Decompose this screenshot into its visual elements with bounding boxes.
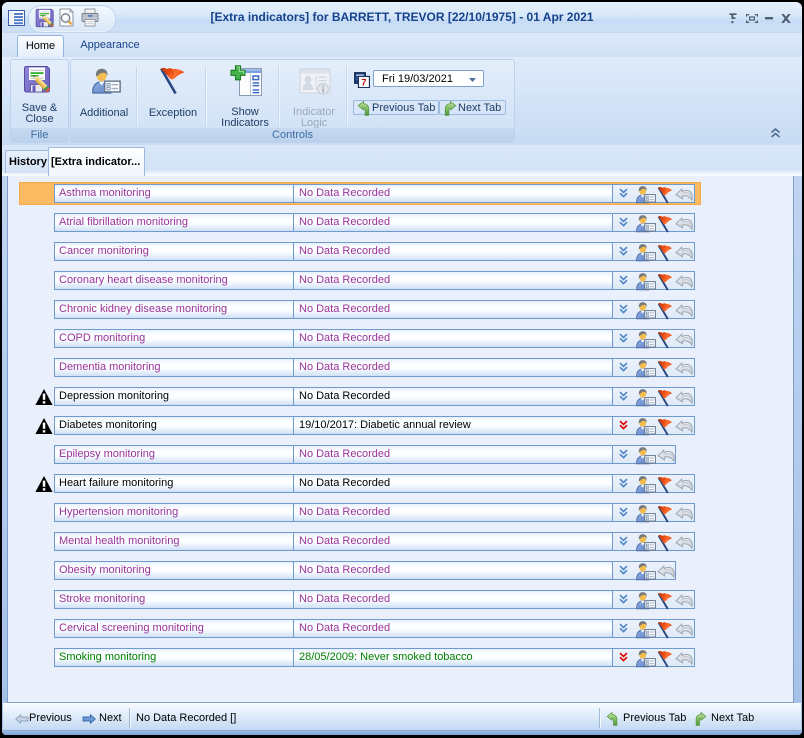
svg-text:7: 7 — [361, 78, 366, 88]
